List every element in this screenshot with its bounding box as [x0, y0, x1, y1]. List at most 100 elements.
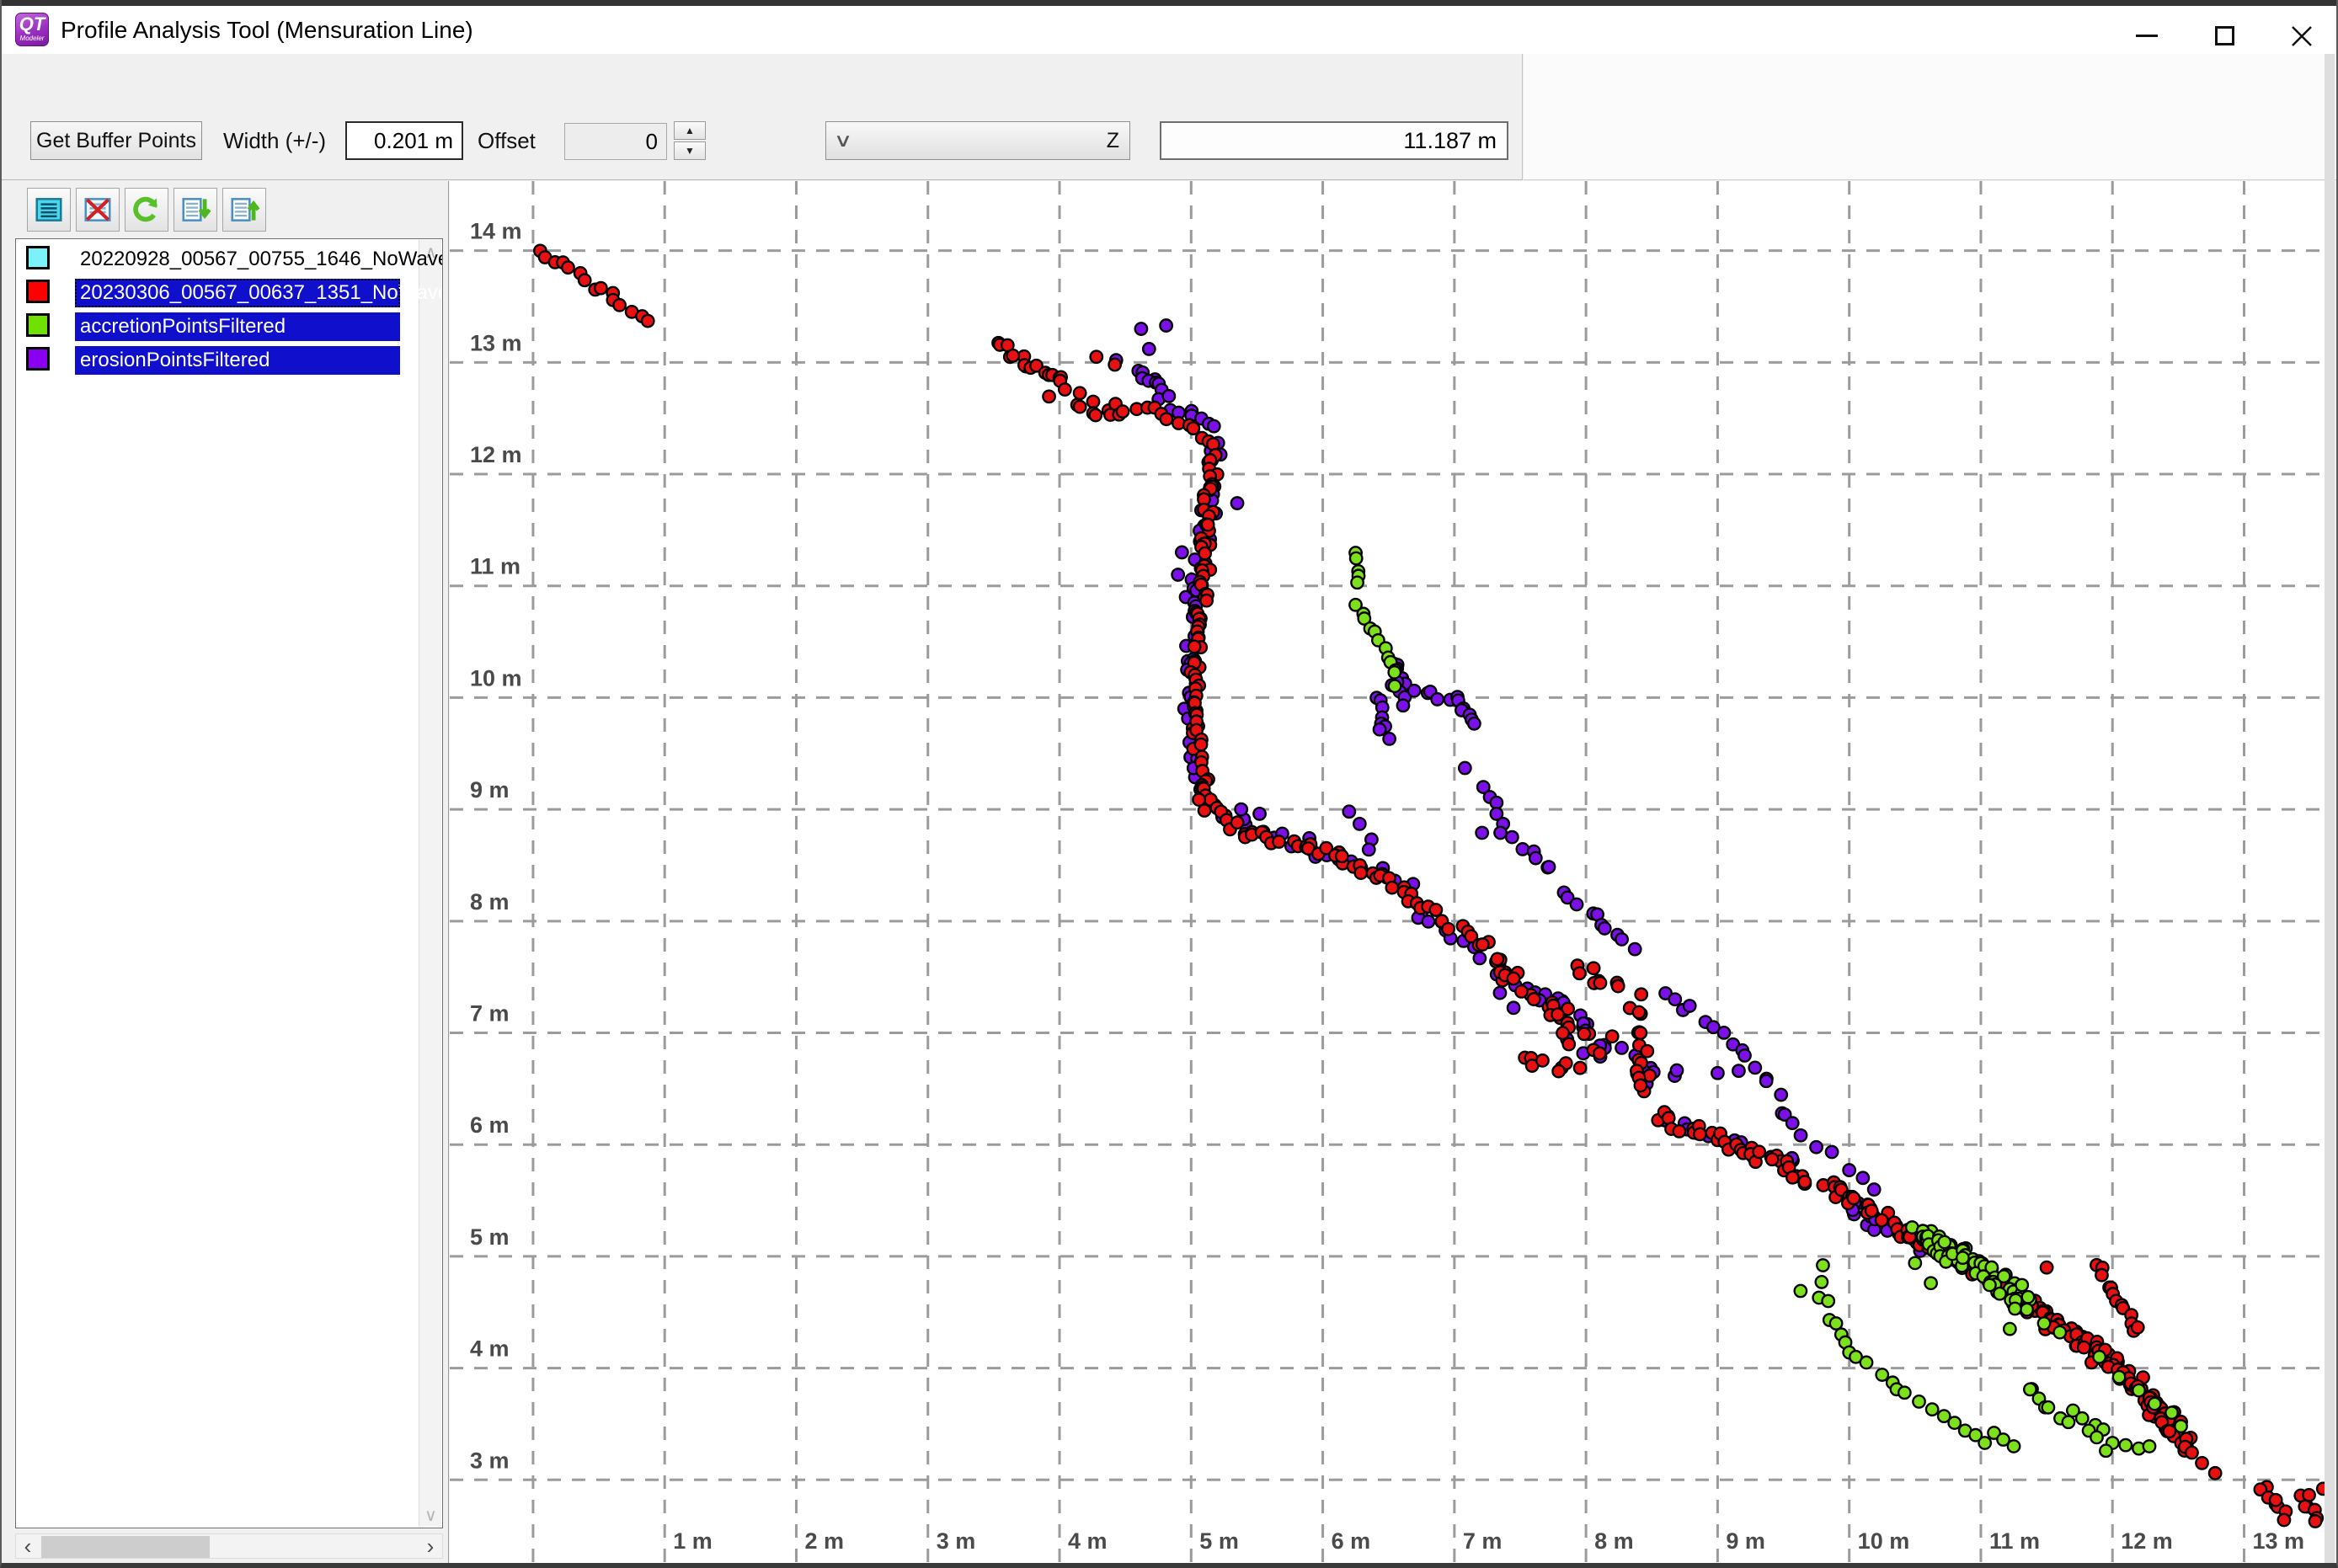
- scatter-point: [1578, 1028, 1590, 1040]
- scatter-point: [1389, 680, 1401, 692]
- scatter-point: [1633, 1006, 1645, 1018]
- scatter-point: [1588, 963, 1599, 974]
- layer-row[interactable]: 20230306_00567_00637_1351_NoWave: [16, 276, 397, 310]
- scatter-point: [1476, 827, 1487, 839]
- scatter-point: [1508, 973, 1519, 984]
- scatter-point: [1494, 987, 1506, 999]
- layer-list[interactable]: ∧ ∨ 20220928_00567_00755_1646_NoWave 2023…: [15, 238, 443, 1528]
- scatter-point: [1273, 835, 1284, 847]
- down-arrow-icon: ▼: [685, 145, 695, 157]
- scatter-point: [2020, 1304, 2032, 1315]
- x-tick-label: 5 m: [1199, 1528, 1239, 1554]
- y-tick-label: 5 m: [470, 1224, 510, 1250]
- y-tick-label: 11 m: [470, 554, 520, 579]
- maximize-button[interactable]: [2186, 12, 2262, 60]
- y-tick-label: 3 m: [470, 1448, 510, 1473]
- scatter-point: [642, 315, 654, 327]
- scatter-point: [2165, 1406, 2177, 1418]
- scatter-point: [1195, 739, 1207, 750]
- scatter-point: [1515, 985, 1527, 997]
- scatter-point: [1876, 1214, 1887, 1226]
- scatter-point: [1939, 1236, 1951, 1248]
- scatter-point: [2004, 1323, 2015, 1335]
- close-button[interactable]: [2264, 12, 2338, 60]
- y-tick-label: 10 m: [470, 665, 522, 691]
- scatter-point: [1795, 1129, 1807, 1141]
- y-tick-label: 12 m: [470, 442, 522, 467]
- layer-color-swatch: [26, 347, 50, 371]
- axis-dropdown[interactable]: ∨ Z: [825, 121, 1130, 160]
- scroll-down-icon[interactable]: ∨: [419, 1503, 442, 1527]
- scatter-point: [2309, 1515, 2321, 1527]
- select-all-layers-button[interactable]: [27, 188, 71, 232]
- scatter-point: [1176, 547, 1188, 558]
- offset-input[interactable]: 0: [564, 123, 667, 160]
- scatter-point: [2100, 1445, 2111, 1457]
- scatter-point: [1386, 882, 1398, 893]
- layer-list-horizontal-scrollbar[interactable]: ‹ ›: [15, 1533, 443, 1559]
- scatter-point: [1615, 933, 1627, 945]
- title-bar[interactable]: QT Modeler Profile Analysis Tool (Mensur…: [2, 6, 2336, 54]
- x-tick-label: 2 m: [804, 1528, 844, 1554]
- x-tick-label: 4 m: [1068, 1528, 1108, 1554]
- move-layer-down-button[interactable]: [173, 188, 217, 232]
- layer-name[interactable]: 20230306_00567_00637_1351_NoWave: [75, 279, 400, 307]
- scatter-point: [1383, 733, 1395, 744]
- y-tick-label: 13 m: [470, 330, 522, 355]
- scatter-point: [1822, 1295, 1834, 1307]
- scatter-point: [1673, 1125, 1685, 1137]
- scatter-point: [1599, 922, 1610, 934]
- scatter-point: [2054, 1326, 2066, 1338]
- scatter-point: [2196, 1457, 2207, 1469]
- scatter-point: [1563, 1038, 1575, 1050]
- scatter-point: [1430, 904, 1442, 915]
- layer-name[interactable]: 20220928_00567_00755_1646_NoWave: [75, 245, 443, 274]
- scatter-point: [1494, 827, 1506, 839]
- minimize-button[interactable]: [2109, 12, 2185, 60]
- layer-row[interactable]: erosionPointsFiltered: [16, 344, 397, 377]
- scroll-right-icon[interactable]: ›: [419, 1534, 442, 1558]
- scatter-point: [1431, 693, 1443, 705]
- y-tick-label: 9 m: [470, 777, 510, 803]
- scatter-point: [2278, 1514, 2290, 1526]
- layer-row[interactable]: 20220928_00567_00755_1646_NoWave: [16, 243, 397, 276]
- x-tick-label: 8 m: [1594, 1528, 1634, 1554]
- layer-row[interactable]: accretionPointsFiltered: [16, 310, 397, 344]
- refresh-layers-button[interactable]: [125, 188, 168, 232]
- select-all-layers-icon: [33, 194, 65, 226]
- layer-color-swatch: [26, 280, 50, 303]
- scroll-left-icon[interactable]: ‹: [16, 1534, 40, 1558]
- move-layer-down-icon: [179, 194, 211, 226]
- layer-name[interactable]: erosionPointsFiltered: [75, 346, 400, 375]
- spinner-down-button[interactable]: ▼: [674, 141, 706, 160]
- scatter-point: [1615, 1042, 1627, 1053]
- scatter-point: [1442, 923, 1454, 935]
- scatter-point: [1983, 1279, 1995, 1291]
- scatter-point: [1635, 1080, 1647, 1091]
- scatter-point: [1231, 817, 1243, 829]
- layer-list-vertical-scrollbar[interactable]: ∧ ∨: [419, 240, 441, 1527]
- minimize-icon: [2136, 35, 2158, 37]
- layer-sidebar: ∧ ∨ 20220928_00567_00755_1646_NoWave 2023…: [2, 181, 449, 1563]
- x-tick-label: 11 m: [1989, 1528, 2040, 1554]
- scatter-point: [1926, 1403, 1938, 1415]
- x-tick-label: 7 m: [1463, 1528, 1503, 1554]
- profile-plot-area[interactable]: 14 m13 m12 m11 m10 m9 m8 m7 m6 m5 m4 m3 …: [450, 181, 2325, 1563]
- layer-name[interactable]: accretionPointsFiltered: [75, 312, 400, 341]
- deselect-layers-button[interactable]: [76, 188, 120, 232]
- scatter-point: [1775, 1089, 1787, 1101]
- spinner-up-button[interactable]: ▲: [674, 121, 706, 140]
- scatter-point: [1760, 1075, 1772, 1087]
- maximize-icon: [2215, 26, 2234, 45]
- width-label: Width (+/-): [223, 128, 326, 154]
- scatter-point: [1956, 1251, 1968, 1263]
- width-input[interactable]: 0.201 m: [345, 121, 463, 160]
- scatter-point: [1389, 666, 1401, 678]
- scatter-point: [1517, 843, 1529, 855]
- move-layer-up-button[interactable]: [222, 188, 266, 232]
- horizontal-scroll-thumb[interactable]: [41, 1536, 210, 1558]
- scatter-point: [1172, 568, 1183, 580]
- get-buffer-points-button[interactable]: Get Buffer Points: [30, 121, 202, 160]
- scatter-point: [1593, 1048, 1605, 1059]
- scatter-point: [1474, 952, 1486, 964]
